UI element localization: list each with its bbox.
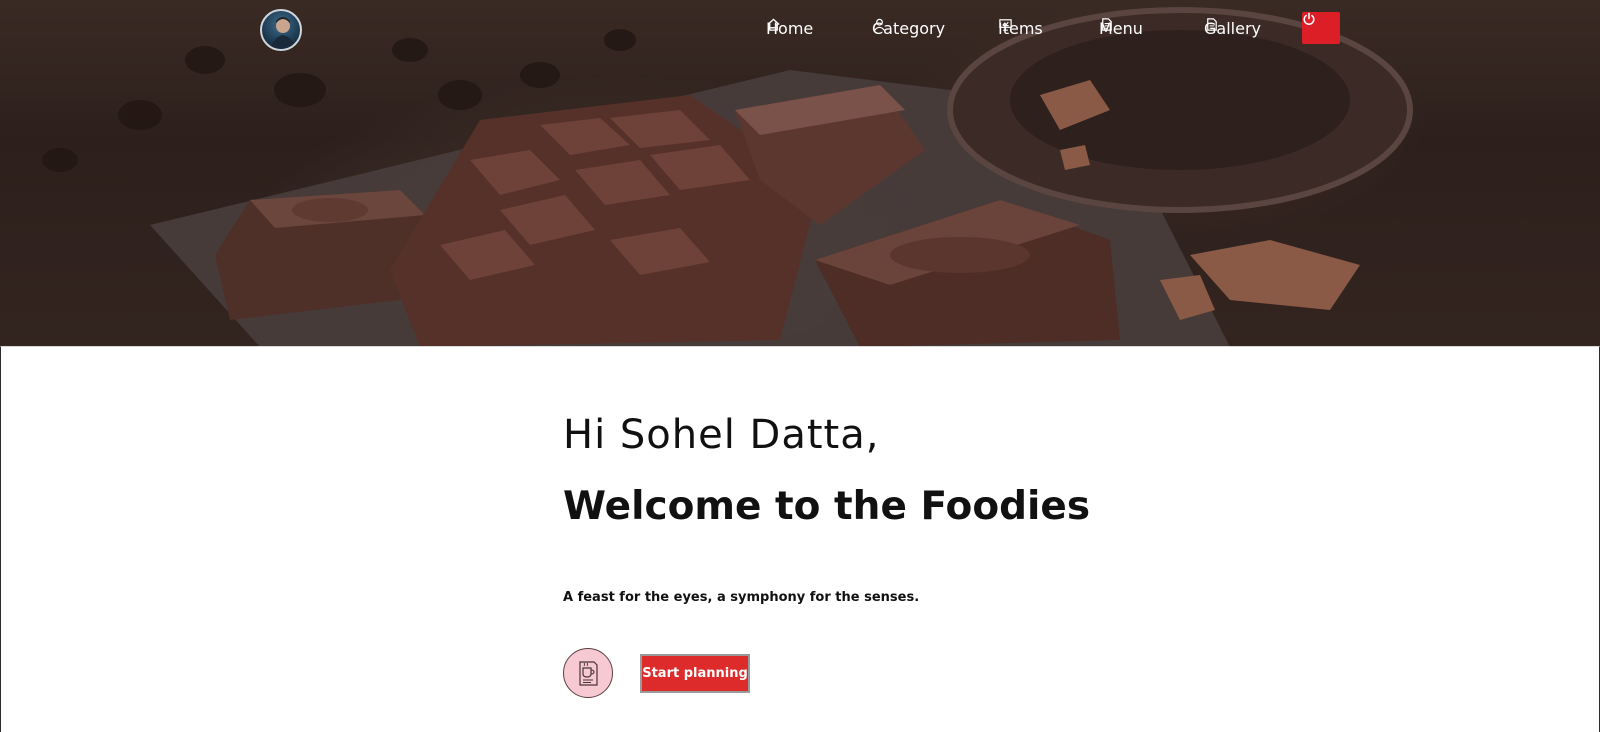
logout-button[interactable] bbox=[1302, 12, 1340, 44]
home-icon bbox=[767, 18, 780, 31]
presentation-icon bbox=[999, 19, 1012, 31]
power-icon bbox=[1303, 12, 1315, 25]
greeting-heading: Hi Sohel Datta, bbox=[563, 412, 880, 458]
tagline-text: A feast for the eyes, a symphony for the… bbox=[563, 590, 920, 605]
nav-menu[interactable]: Menu bbox=[1099, 17, 1143, 39]
coffee-menu-glyph bbox=[579, 661, 598, 686]
content-section bbox=[0, 346, 1600, 732]
document-icon bbox=[1102, 18, 1112, 31]
user-icon bbox=[873, 18, 886, 31]
nav-home[interactable]: Home bbox=[766, 17, 813, 39]
start-planning-button[interactable]: Start planning bbox=[640, 654, 750, 693]
coffee-menu-icon bbox=[563, 648, 613, 698]
nav-category[interactable]: Category bbox=[872, 17, 945, 39]
nav-gallery[interactable]: Gallery bbox=[1204, 17, 1261, 39]
nav-items[interactable]: Items bbox=[998, 17, 1043, 39]
welcome-heading: Welcome to the Foodies bbox=[563, 484, 1091, 529]
hero-banner: Home Category Items Menu Gallery bbox=[0, 0, 1600, 347]
document-icon bbox=[1207, 18, 1217, 31]
avatar-photo bbox=[270, 17, 296, 49]
avatar[interactable] bbox=[260, 9, 302, 51]
top-navbar: Home Category Items Menu Gallery bbox=[0, 0, 1600, 56]
